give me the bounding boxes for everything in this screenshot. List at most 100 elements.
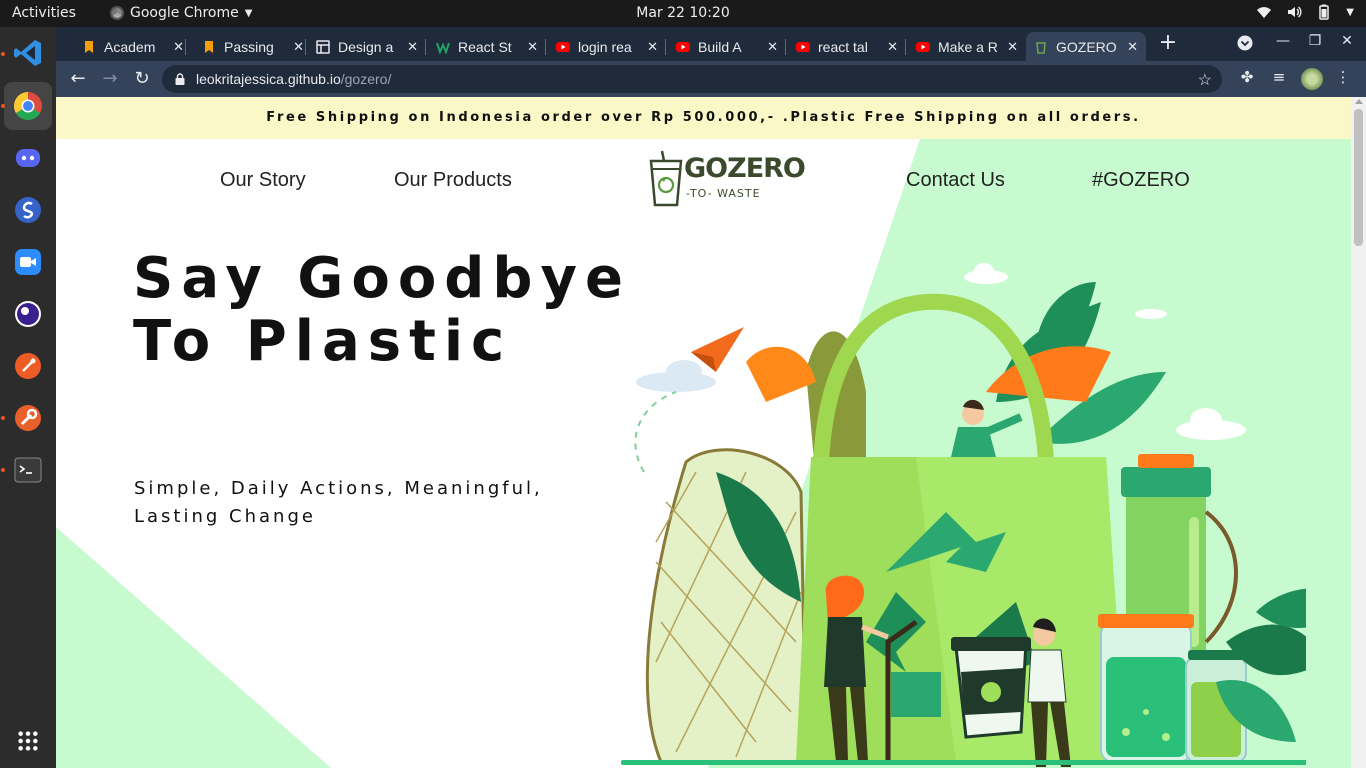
battery-icon [1319, 4, 1330, 20]
dock-item-simplenote[interactable] [4, 186, 52, 234]
scroll-up-arrow-icon[interactable] [1355, 99, 1363, 104]
close-icon[interactable]: ✕ [887, 39, 898, 55]
tab-make-a[interactable]: Make a R ✕ [908, 32, 1026, 61]
close-window-button[interactable]: ✕ [1336, 33, 1358, 49]
postman-icon [15, 353, 41, 379]
tab-title: login rea [578, 38, 632, 55]
close-icon[interactable]: ✕ [1127, 39, 1138, 55]
browser-window: Academ ✕ Passing ✕ Design a ✕ React St ✕… [56, 27, 1366, 768]
close-icon[interactable]: ✕ [527, 39, 538, 55]
close-icon[interactable]: ✕ [1007, 39, 1018, 55]
youtube-icon [676, 41, 690, 52]
running-indicator [1, 468, 5, 472]
bookmark-icon [205, 40, 213, 53]
dock-item-vscode[interactable] [4, 29, 52, 77]
reload-button[interactable]: ↻ [130, 67, 154, 91]
activities-button[interactable]: Activities [12, 5, 76, 21]
tab-design[interactable]: Design a ✕ [308, 32, 426, 61]
tab-separator [185, 39, 186, 55]
paper-plane-icon [691, 327, 744, 372]
back-button[interactable]: ← [66, 67, 90, 91]
youtube-icon [916, 41, 930, 52]
tab-separator [425, 39, 426, 55]
youtube-icon [556, 41, 570, 52]
lock-icon [175, 73, 185, 85]
logo-tagline: -TO- WASTE [686, 187, 761, 200]
close-icon[interactable]: ✕ [647, 39, 658, 55]
profile-avatar[interactable] [1301, 68, 1323, 90]
address-bar[interactable]: leokritajessica.github.io/gozero/ ☆ [162, 65, 1222, 93]
dock [0, 27, 56, 768]
dock-item-terminal[interactable] [4, 446, 52, 494]
extensions-icon[interactable]: ✤ [1236, 68, 1258, 86]
scrollbar-thumb[interactable] [1354, 109, 1363, 246]
app-menu-label: Google Chrome [130, 5, 239, 21]
caret-down-icon: ▼ [1346, 6, 1354, 18]
dock-item-insomnia[interactable] [4, 394, 52, 442]
close-icon[interactable]: ✕ [407, 39, 418, 55]
tab-title: Academ [104, 38, 156, 55]
tab-passing[interactable]: Passing ✕ [194, 32, 312, 61]
clock[interactable]: Mar 22 10:20 [636, 5, 729, 21]
close-icon[interactable]: ✕ [293, 39, 304, 55]
tab-title: Passing [224, 38, 274, 55]
dock-item-chrome[interactable] [4, 82, 52, 130]
page-viewport: Free Shipping on Indonesia order over Rp… [56, 97, 1351, 768]
logo-wordmark: GOZERO [684, 153, 806, 184]
media-control-icon[interactable]: ≡ [1268, 68, 1290, 86]
more-menu-icon[interactable]: ⋮ [1332, 68, 1354, 86]
zoom-icon [15, 249, 41, 275]
tab-separator [905, 39, 906, 55]
tab-react-st[interactable]: React St ✕ [428, 32, 546, 61]
tab-react-tal[interactable]: react tal ✕ [788, 32, 906, 61]
bookmark-icon [85, 40, 93, 53]
running-indicator [1, 104, 5, 108]
minimize-button[interactable]: — [1272, 33, 1294, 49]
dock-item-discord[interactable] [4, 134, 52, 182]
close-icon[interactable]: ✕ [173, 39, 184, 55]
url-path: /gozero/ [340, 71, 392, 87]
wrench-app-icon [15, 405, 41, 431]
system-tray[interactable]: ▼ [1256, 4, 1354, 20]
tab-title: GOZERO [1056, 38, 1117, 55]
layout-icon [316, 39, 330, 54]
tab-login-react[interactable]: login rea ✕ [548, 32, 666, 61]
app-menu[interactable]: Google Chrome ▼ [110, 5, 252, 21]
tab-search-button[interactable] [1234, 35, 1256, 54]
close-icon[interactable]: ✕ [767, 39, 778, 55]
tab-gozero-active[interactable]: GOZERO ✕ [1026, 32, 1146, 61]
running-indicator [1, 416, 5, 420]
tab-title: react tal [818, 38, 868, 55]
maximize-button[interactable]: ❐ [1304, 33, 1326, 49]
eco-bag-illustration [621, 263, 1306, 767]
tab-separator [305, 39, 306, 55]
youtube-icon [796, 41, 810, 52]
hero-subtitle: Simple, Daily Actions, Meaningful, Lasti… [134, 478, 543, 527]
nav-hashtag-gozero[interactable]: #GOZERO [1092, 169, 1190, 192]
chrome-icon [14, 92, 42, 120]
dock-item-purple-app[interactable] [4, 290, 52, 338]
tab-separator [785, 39, 786, 55]
purple-circle-icon [15, 301, 41, 327]
bookmark-star-icon[interactable]: ☆ [1198, 70, 1212, 90]
tab-academ[interactable]: Academ ✕ [74, 32, 192, 61]
gozero-logo[interactable]: GOZERO -TO- WASTE [648, 149, 806, 211]
dock-item-postman[interactable] [4, 342, 52, 390]
forward-button[interactable]: → [98, 67, 122, 91]
system-top-bar: Activities Google Chrome ▼ Mar 22 10:20 … [0, 0, 1366, 27]
new-tab-button[interactable]: + [1156, 32, 1180, 56]
tab-title: Build A [698, 38, 742, 55]
tab-build-a[interactable]: Build A ✕ [668, 32, 786, 61]
nav-our-products[interactable]: Our Products [394, 169, 512, 192]
shipping-banner: Free Shipping on Indonesia order over Rp… [56, 97, 1351, 139]
nav-our-story[interactable]: Our Story [220, 169, 306, 192]
chrome-mini-icon [110, 6, 124, 20]
dock-item-zoom[interactable] [4, 238, 52, 286]
running-indicator [1, 52, 5, 56]
gozero-cup-icon [1036, 41, 1046, 54]
page-scrollbar[interactable] [1351, 97, 1366, 768]
url-host: leokritajessica.github.io [196, 71, 341, 87]
tab-separator [665, 39, 666, 55]
show-applications-icon[interactable] [17, 730, 39, 752]
nav-contact-us[interactable]: Contact Us [906, 169, 1005, 192]
